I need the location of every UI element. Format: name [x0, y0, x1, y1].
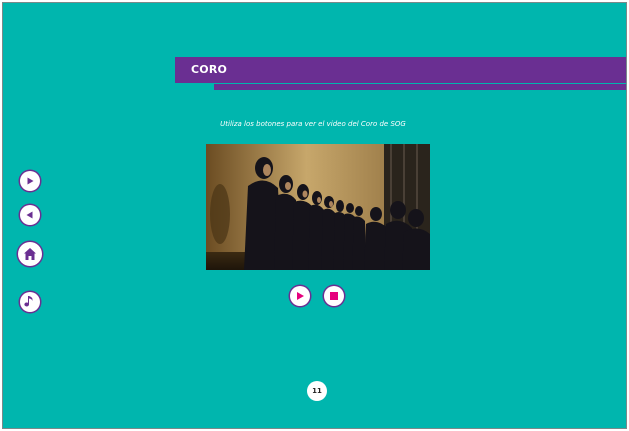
play-left-icon [26, 211, 33, 219]
title-underline [214, 84, 626, 90]
choir-video-frame [206, 144, 430, 270]
title-bar: CORO [175, 57, 626, 83]
music-note-icon [24, 296, 33, 307]
home-button[interactable] [18, 242, 42, 266]
next-page-button[interactable] [20, 171, 40, 191]
instruction-text: Utiliza los botones para ver el video de… [220, 120, 406, 128]
video-player[interactable] [206, 144, 430, 270]
page-title: CORO [191, 63, 228, 76]
page-frame: CORO Utiliza los botones para ver el vid… [2, 2, 627, 429]
page-number: 11 [307, 381, 327, 401]
previous-page-button[interactable] [20, 205, 40, 225]
home-icon [24, 248, 36, 260]
play-right-icon [27, 177, 34, 185]
music-button[interactable] [20, 292, 40, 312]
stop-icon [330, 292, 338, 300]
play-icon [297, 292, 304, 300]
play-button[interactable] [290, 286, 310, 306]
stop-button[interactable] [324, 286, 344, 306]
